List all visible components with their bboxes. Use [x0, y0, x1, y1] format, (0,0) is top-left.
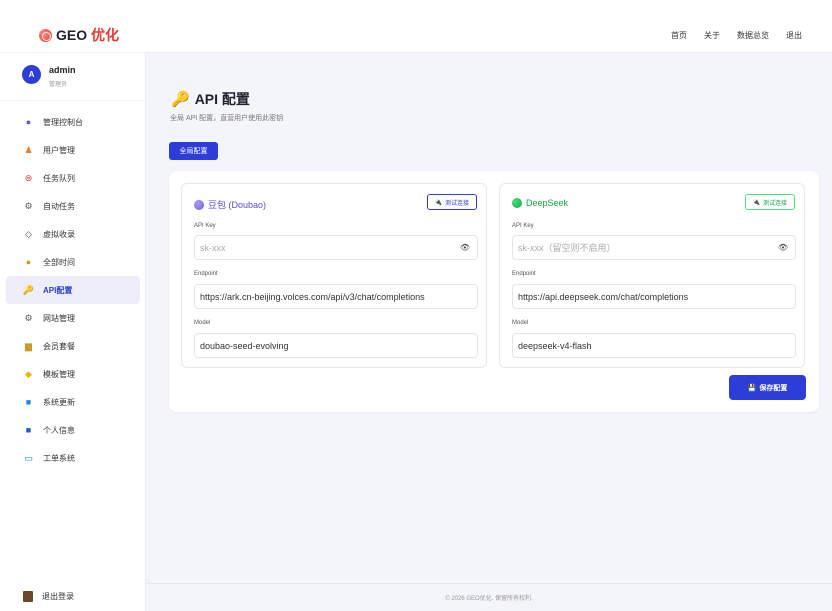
sidebar-item-users[interactable]: ♟ 用户管理 — [0, 136, 146, 164]
sidebar-item-label: 自动任务 — [43, 201, 75, 211]
brand-logo[interactable]: GEO 优化 — [39, 25, 119, 45]
sidebar-item-label: 用户管理 — [43, 145, 75, 155]
eye-icon[interactable]: 👁 — [778, 243, 788, 252]
config-panel: 豆包 (Doubao) 🔌 测试连接 API Key sk-xxx 👁 Endp… — [169, 171, 819, 412]
page-title: 🔑 API 配置 — [171, 89, 250, 109]
top-nav: 首页 关于 数据总览 退出 — [671, 30, 802, 41]
nav-home[interactable]: 首页 — [671, 30, 687, 41]
sidebar-item-update[interactable]: ■ 系统更新 — [0, 388, 146, 416]
sidebar-menu: ● 管理控制台 ♟ 用户管理 ⊜ 任务队列 ⚙ 自动任务 ◇ 虚拟收录 ● 全部时间 🔑 API配置 ⚙ 网站… — [0, 108, 146, 472]
settings-icon: ⚙ — [24, 312, 33, 323]
queue-icon: ⊜ — [24, 172, 33, 183]
page-title-text: API 配置 — [194, 91, 250, 107]
user-role: 管理员 — [49, 82, 68, 88]
key-icon: 🔑 — [171, 91, 190, 108]
user-name: admin — [49, 65, 76, 75]
api-key-label: API Key — [512, 223, 534, 229]
top-bar: GEO 优化 首页 关于 数据总览 退出 — [0, 0, 832, 53]
sidebar-item-label: 个人信息 — [43, 425, 75, 435]
brand-name-prefix: GEO — [56, 27, 88, 43]
sidebar-item-gear[interactable]: ⚙ 自动任务 — [0, 192, 146, 220]
sidebar-item-label: 会员套餐 — [43, 341, 75, 351]
api-key-label: API Key — [194, 223, 216, 229]
logout-label: 退出登录 — [42, 591, 74, 601]
plug-icon: 🔌 — [434, 199, 442, 206]
nav-about[interactable]: 关于 — [704, 30, 720, 41]
test-connection-button[interactable]: 🔌 测试连接 — [426, 194, 477, 210]
brand-name-suffix: 优化 — [91, 27, 120, 43]
api-key-input[interactable]: sk-xxx（留空则不启用） 👁 — [512, 235, 796, 260]
api-key-input[interactable]: sk-xxx 👁 — [194, 235, 478, 260]
sidebar-item-label: 管理控制台 — [43, 117, 83, 127]
update-icon: ■ — [25, 396, 32, 407]
api-key-placeholder: sk-xxx — [200, 242, 226, 253]
sidebar-item-label: 虚拟收录 — [43, 229, 75, 239]
sidebar-item-profile[interactable]: ■ 个人信息 — [0, 416, 146, 444]
plug-icon: 🔌 — [752, 199, 760, 206]
card-header: 豆包 (Doubao) — [194, 198, 266, 211]
avatar[interactable]: A — [22, 65, 41, 84]
sidebar-item-template[interactable]: ◆ 模板管理 — [0, 360, 146, 388]
profile-icon: ■ — [25, 424, 32, 435]
save-icon: 💾 — [747, 384, 757, 392]
users-icon: ♟ — [24, 144, 33, 155]
model-label: Model — [512, 320, 529, 326]
sidebar-item-money-bag[interactable]: ● 全部时间 — [0, 248, 146, 276]
logout-button[interactable]: 退出登录 — [0, 586, 146, 606]
sidebar: A admin 管理员 ● 管理控制台 ♟ 用户管理 ⊜ 任务队列 ⚙ 自动任务 ◇ 虚拟收录 ● 全… — [0, 53, 146, 611]
sidebar-item-queue[interactable]: ⊜ 任务队列 — [0, 164, 146, 192]
eye-icon[interactable]: 👁 — [460, 243, 470, 252]
sidebar-item-label: 模板管理 — [43, 369, 75, 379]
sidebar-item-dashboard[interactable]: ● 管理控制台 — [0, 108, 146, 136]
sidebar-item-label: 任务队列 — [43, 173, 75, 183]
doubao-card: 豆包 (Doubao) 🔌 测试连接 API Key sk-xxx 👁 Endp… — [181, 183, 487, 368]
package-icon: ▆ — [25, 340, 32, 351]
green-dot-icon — [512, 198, 522, 208]
dashboard-icon: ● — [25, 116, 32, 127]
save-config-button[interactable]: 💾 保存配置 — [729, 375, 806, 400]
page-subtitle: 全局 API 配置，直营用户使用此密钥 — [170, 115, 284, 122]
sidebar-item-settings[interactable]: ⚙ 网站管理 — [0, 304, 146, 332]
api-key-placeholder: sk-xxx（留空则不启用） — [518, 243, 616, 253]
model-label: Model — [194, 320, 211, 326]
model-input[interactable]: doubao-seed-evolving — [194, 333, 478, 358]
endpoint-label: Endpoint — [194, 271, 218, 277]
purple-dot-icon — [194, 199, 204, 210]
money-bag-icon: ● — [25, 256, 32, 267]
model-input[interactable]: deepseek-v4-flash — [512, 333, 796, 358]
diamond-icon: ◇ — [25, 228, 32, 239]
test-connection-button[interactable]: 🔌 测试连接 — [744, 194, 795, 210]
sidebar-item-label: 全部时间 — [43, 257, 75, 267]
nav-exit[interactable]: 退出 — [786, 30, 802, 41]
endpoint-label: Endpoint — [512, 271, 536, 277]
provider-name: 豆包 (Doubao) — [208, 200, 267, 210]
globe-icon — [39, 28, 52, 42]
sidebar-item-ticket[interactable]: ▭ 工单系统 — [0, 444, 146, 472]
sidebar-item-label: API配置 — [43, 285, 73, 295]
nav-data-overview[interactable]: 数据总览 — [737, 30, 769, 41]
sidebar-item-diamond[interactable]: ◇ 虚拟收录 — [0, 220, 146, 248]
test-connection-label: 测试连接 — [762, 200, 787, 207]
sidebar-item-label: 工单系统 — [43, 453, 75, 463]
sidebar-item-key[interactable]: 🔑 API配置 — [6, 276, 140, 304]
gear-icon: ⚙ — [24, 200, 33, 211]
template-icon: ◆ — [25, 368, 32, 379]
save-config-label: 保存配置 — [759, 384, 788, 392]
door-icon — [23, 590, 33, 602]
ticket-icon: ▭ — [24, 452, 33, 463]
global-config-tab[interactable]: 全局配置 — [169, 142, 218, 160]
test-connection-label: 测试连接 — [444, 200, 469, 207]
sidebar-item-label: 网站管理 — [43, 313, 75, 323]
endpoint-input[interactable]: https://api.deepseek.com/chat/completion… — [512, 284, 796, 309]
provider-name: DeepSeek — [526, 198, 569, 208]
card-header: DeepSeek — [512, 198, 568, 208]
footer: © 2026 GEO优化. 保留所有权利. — [146, 583, 832, 611]
key-icon: 🔑 — [22, 284, 35, 295]
sidebar-item-label: 系统更新 — [43, 397, 75, 407]
sidebar-item-package[interactable]: ▆ 会员套餐 — [0, 332, 146, 360]
user-profile: A admin 管理员 — [0, 53, 146, 101]
deepseek-card: DeepSeek 🔌 测试连接 API Key sk-xxx（留空则不启用） 👁… — [499, 183, 805, 368]
endpoint-input[interactable]: https://ark.cn-beijing.volces.com/api/v3… — [194, 284, 478, 309]
